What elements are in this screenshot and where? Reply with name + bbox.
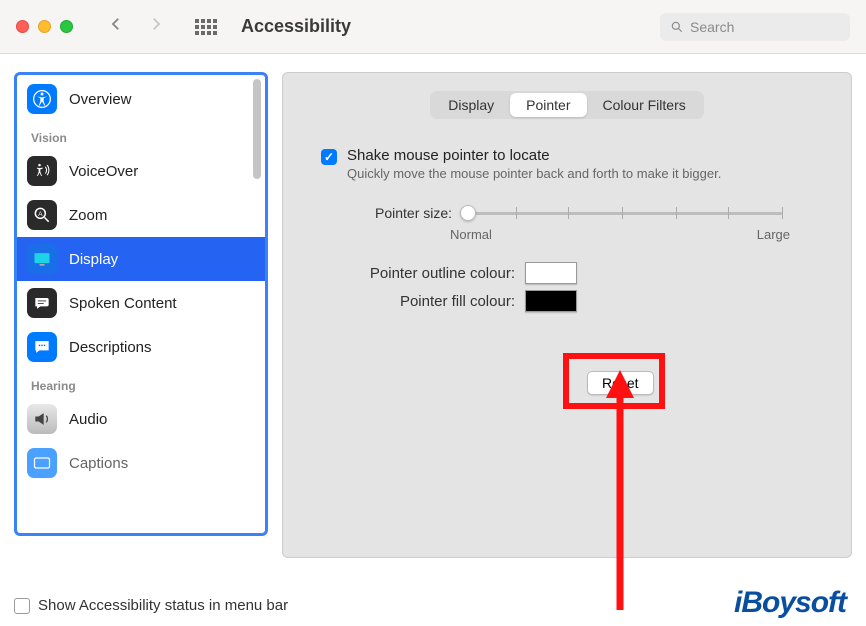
- descriptions-icon: [27, 332, 57, 362]
- back-button[interactable]: [101, 13, 131, 41]
- sidebar-item-overview[interactable]: Overview: [17, 77, 265, 121]
- show-status-checkbox[interactable]: [14, 598, 30, 614]
- sidebar: Overview Vision VoiceOver A Zoom Displ: [14, 72, 268, 536]
- shake-to-locate-label: Shake mouse pointer to locate: [347, 147, 721, 164]
- sidebar-item-label: Descriptions: [69, 339, 152, 356]
- pointer-fill-colour-well[interactable]: [525, 290, 577, 312]
- watermark-text: iBoysoft: [734, 586, 846, 619]
- minimize-window-button[interactable]: [38, 20, 51, 33]
- sidebar-item-label: VoiceOver: [69, 163, 138, 180]
- fullscreen-window-button[interactable]: [60, 20, 73, 33]
- pointer-fill-label: Pointer fill colour:: [305, 293, 515, 310]
- accessibility-icon: [27, 84, 57, 114]
- sidebar-item-spoken-content[interactable]: Spoken Content: [17, 281, 265, 325]
- show-status-label: Show Accessibility status in menu bar: [38, 597, 288, 614]
- sidebar-item-zoom[interactable]: A Zoom: [17, 193, 265, 237]
- shake-to-locate-checkbox[interactable]: [321, 149, 337, 165]
- pointer-size-min-label: Normal: [450, 227, 492, 242]
- spoken-content-icon: [27, 288, 57, 318]
- close-window-button[interactable]: [16, 20, 29, 33]
- display-icon: [27, 244, 57, 274]
- sidebar-item-label: Zoom: [69, 207, 107, 224]
- sidebar-item-label: Overview: [69, 91, 132, 108]
- pointer-outline-label: Pointer outline colour:: [305, 265, 515, 282]
- watermark: iBoysoft: [734, 586, 846, 620]
- reset-button[interactable]: Reset: [587, 371, 654, 395]
- window-toolbar: Accessibility Search: [0, 0, 866, 54]
- audio-icon: [27, 404, 57, 434]
- pointer-outline-colour-well[interactable]: [525, 262, 577, 284]
- window-title: Accessibility: [241, 16, 351, 37]
- sidebar-item-audio[interactable]: Audio: [17, 397, 265, 441]
- search-placeholder: Search: [690, 19, 734, 35]
- forward-button[interactable]: [141, 13, 171, 41]
- svg-text:A: A: [38, 211, 43, 218]
- sidebar-item-label: Display: [69, 251, 118, 268]
- tab-pointer[interactable]: Pointer: [510, 93, 586, 117]
- zoom-icon: A: [27, 200, 57, 230]
- captions-icon: [27, 448, 57, 478]
- tab-bar: Display Pointer Colour Filters: [305, 91, 829, 119]
- sidebar-group-hearing: Hearing: [17, 369, 265, 397]
- sidebar-item-display[interactable]: Display: [17, 237, 265, 281]
- pointer-size-label: Pointer size:: [375, 205, 452, 221]
- pointer-size-slider[interactable]: [462, 203, 782, 223]
- all-preferences-button[interactable]: [195, 19, 217, 35]
- window-controls: [16, 20, 73, 33]
- pointer-size-max-label: Large: [757, 227, 790, 242]
- sidebar-group-vision: Vision: [17, 121, 265, 149]
- sidebar-item-descriptions[interactable]: Descriptions: [17, 325, 265, 369]
- sidebar-item-label: Spoken Content: [69, 295, 177, 312]
- sidebar-item-voiceover[interactable]: VoiceOver: [17, 149, 265, 193]
- tab-display[interactable]: Display: [432, 93, 510, 117]
- sidebar-item-captions[interactable]: Captions: [17, 441, 265, 485]
- tab-colour-filters[interactable]: Colour Filters: [587, 93, 702, 117]
- voiceover-icon: [27, 156, 57, 186]
- search-field[interactable]: Search: [660, 13, 850, 41]
- main-panel: Display Pointer Colour Filters Shake mou…: [282, 72, 852, 558]
- sidebar-item-label: Captions: [69, 455, 128, 472]
- shake-to-locate-description: Quickly move the mouse pointer back and …: [347, 166, 721, 181]
- sidebar-item-label: Audio: [69, 411, 107, 428]
- search-icon: [670, 20, 684, 34]
- footer: Show Accessibility status in menu bar: [14, 597, 288, 614]
